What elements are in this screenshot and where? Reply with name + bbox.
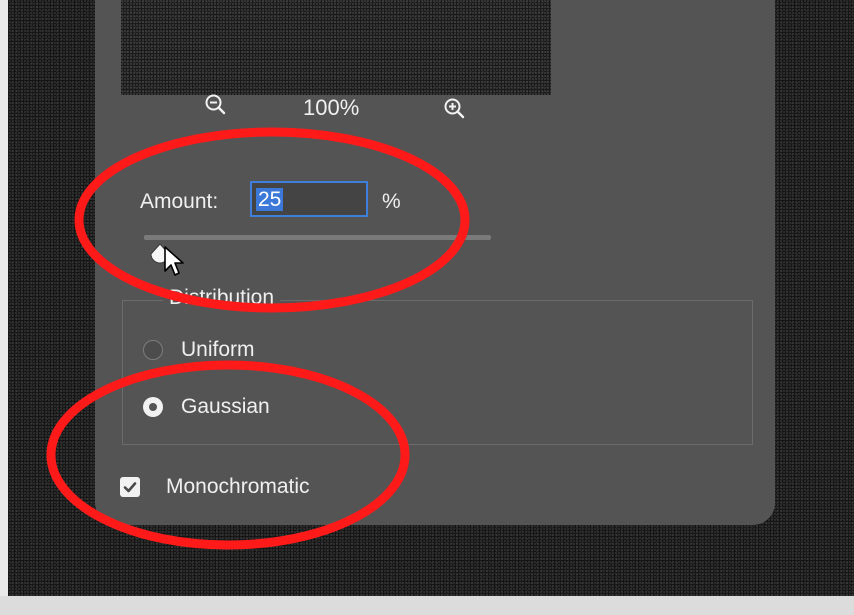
radio-button-unchecked-icon[interactable] (143, 340, 163, 360)
checkbox-checked-icon[interactable] (120, 477, 140, 497)
radio-gaussian-label: Gaussian (181, 395, 270, 418)
distribution-label: Distribution (163, 286, 281, 310)
monochromatic-checkbox-row[interactable]: Monochromatic (120, 475, 310, 499)
zoom-out-icon[interactable] (203, 92, 229, 118)
filter-preview[interactable] (121, 0, 551, 95)
radio-button-checked-icon[interactable] (143, 397, 163, 417)
amount-input[interactable]: 25 (250, 181, 368, 217)
monochromatic-label: Monochromatic (166, 475, 310, 498)
image-frame-edge-left (0, 0, 8, 615)
amount-value: 25 (256, 188, 284, 211)
zoom-level: 100% (303, 95, 360, 120)
distribution-group (122, 300, 753, 445)
image-frame-edge-bottom (0, 596, 854, 615)
add-noise-dialog: 100% Amount: 25 % Distribution Uniform G… (95, 0, 775, 525)
radio-uniform[interactable]: Uniform (143, 338, 255, 362)
amount-slider-track[interactable] (144, 235, 491, 240)
amount-label: Amount: (140, 190, 219, 213)
mouse-pointer-icon (163, 245, 187, 279)
amount-unit: % (382, 190, 401, 213)
zoom-in-icon[interactable] (442, 96, 468, 122)
radio-gaussian[interactable]: Gaussian (143, 395, 270, 419)
radio-uniform-label: Uniform (181, 338, 255, 361)
